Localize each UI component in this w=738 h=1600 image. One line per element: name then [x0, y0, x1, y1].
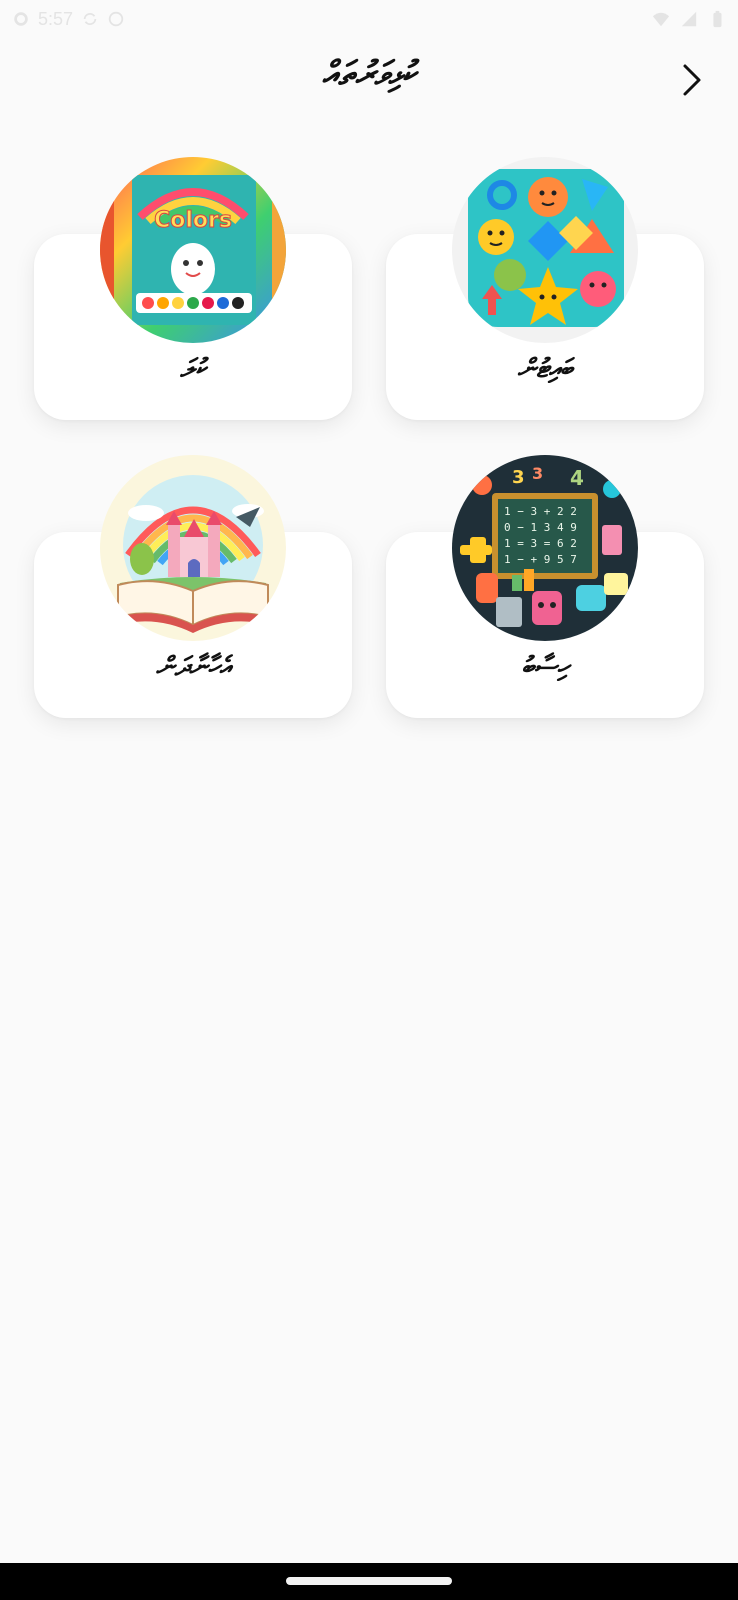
svg-text:4: 4 — [570, 466, 584, 490]
back-button[interactable] — [674, 60, 710, 100]
status-left: 5:57 — [12, 9, 125, 30]
math-chalkboard-illustration: 3 3 4 1 − 3 + 2 2 0 − 1 3 4 9 1 = 3 = 6 … — [452, 455, 638, 641]
svg-text:1 − + 9 5 7: 1 − + 9 5 7 — [504, 553, 577, 566]
navigation-bar — [0, 1563, 738, 1600]
game-card-label: އެހާނާދަން — [155, 652, 231, 682]
home-indicator[interactable] — [286, 1577, 452, 1585]
circle-icon — [108, 11, 124, 27]
storybook-castle-illustration — [100, 455, 286, 641]
header: ކުޅިވަރުތައް — [0, 40, 738, 120]
status-right — [652, 10, 726, 28]
svg-text:3: 3 — [532, 464, 543, 483]
svg-text:0 − 1 3 4 9: 0 − 1 3 4 9 — [504, 521, 577, 534]
signal-icon — [681, 11, 697, 27]
colors-book-illustration: Colors — [100, 157, 286, 343]
shapes-illustration — [452, 157, 638, 343]
settings-icon — [14, 12, 28, 26]
svg-text:1 − 3 + 2 2: 1 − 3 + 2 2 — [504, 505, 577, 518]
svg-text:1 = 3 = 6 2: 1 = 3 = 6 2 — [504, 537, 577, 550]
battery-icon — [713, 10, 722, 28]
game-card-label: ބައިޓުން — [517, 354, 573, 384]
status-bar: 5:57 — [0, 0, 738, 38]
game-card-label: ކުލަ — [180, 354, 206, 384]
sync-icon — [83, 12, 97, 26]
wifi-icon — [652, 12, 670, 27]
svg-text:3: 3 — [512, 467, 525, 488]
page-title: ކުޅިވަރުތައް — [322, 54, 416, 94]
status-time: 5:57 — [38, 8, 74, 29]
game-card-label: ހިސާބު — [521, 652, 569, 682]
chevron-right-icon — [683, 64, 701, 96]
svg-text:Colors: Colors — [154, 208, 232, 233]
